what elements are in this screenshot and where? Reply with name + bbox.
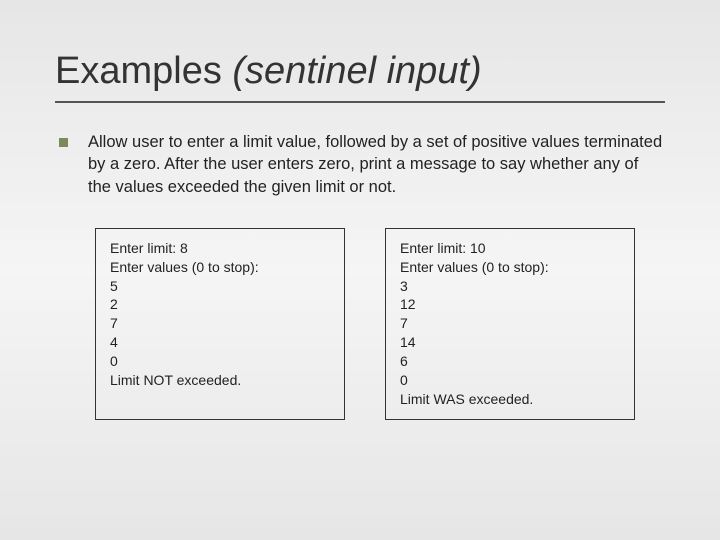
bullet-item: Allow user to enter a limit value, follo…: [55, 131, 665, 198]
example-box-2: Enter limit: 10 Enter values (0 to stop)…: [385, 228, 635, 420]
example-box-1: Enter limit: 8 Enter values (0 to stop):…: [95, 228, 345, 420]
examples-container: Enter limit: 8 Enter values (0 to stop):…: [95, 228, 665, 420]
description-text: Allow user to enter a limit value, follo…: [88, 131, 665, 198]
title-main: Examples: [55, 50, 232, 92]
bullet-icon: [59, 138, 68, 147]
slide-title: Examples (sentinel input): [55, 50, 665, 103]
slide: Examples (sentinel input) Allow user to …: [0, 0, 720, 460]
title-sub: (sentinel input): [232, 50, 481, 92]
